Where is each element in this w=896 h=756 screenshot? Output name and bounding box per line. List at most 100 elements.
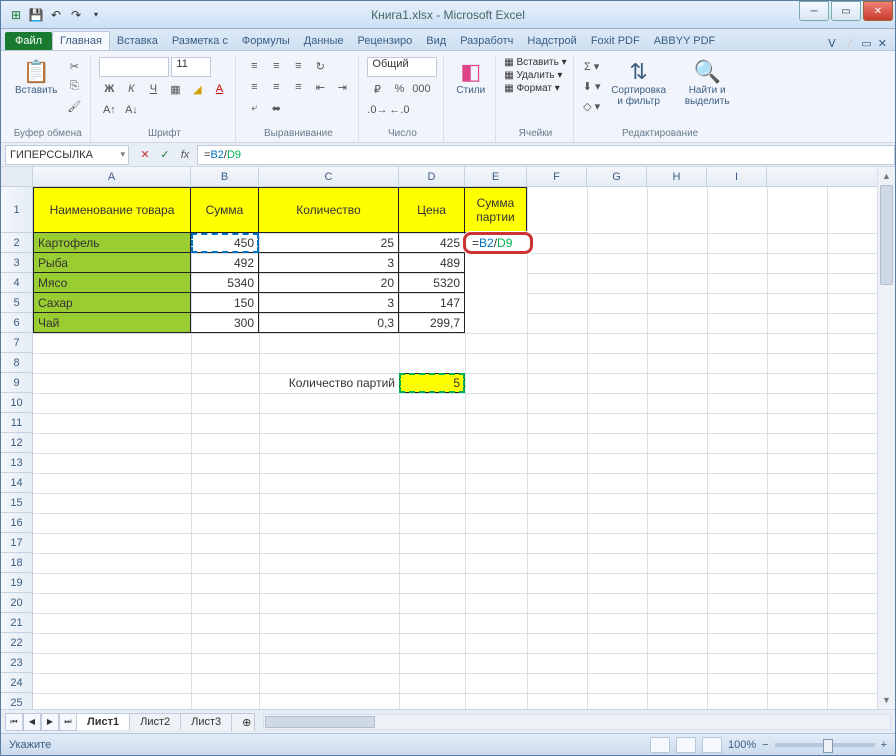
cell-D3[interactable]: 489	[399, 253, 465, 273]
e2-editing-cell[interactable]: =B2/D9	[463, 232, 533, 254]
zoom-out-icon[interactable]: −	[762, 739, 768, 751]
cell-A4[interactable]: Мясо	[33, 273, 191, 293]
tab-formulas[interactable]: Формулы	[235, 32, 297, 50]
undo-icon[interactable]: ↶	[47, 6, 65, 24]
minimize-button[interactable]: ─	[799, 1, 829, 21]
cell-C2[interactable]: 25	[259, 233, 399, 253]
tab-file[interactable]: Файл	[5, 32, 52, 50]
align-bot-icon[interactable]: ≡	[288, 57, 308, 75]
row-header-14[interactable]: 14	[1, 473, 32, 493]
tab-review[interactable]: Рецензиро	[351, 32, 420, 50]
format-painter-icon[interactable]: 🖌	[64, 97, 84, 115]
grow-font-icon[interactable]: A↑	[99, 101, 119, 119]
close-doc-icon[interactable]: ✕	[878, 37, 887, 50]
fx-icon[interactable]: fx	[177, 149, 193, 161]
row-header-21[interactable]: 21	[1, 613, 32, 633]
col-header-d[interactable]: D	[399, 167, 465, 186]
name-box[interactable]: ГИПЕРССЫЛКА	[5, 145, 129, 165]
indent-dec-icon[interactable]: ⇤	[310, 78, 330, 96]
align-top-icon[interactable]: ≡	[244, 57, 264, 75]
row-header-18[interactable]: 18	[1, 553, 32, 573]
zoom-slider[interactable]	[775, 743, 875, 747]
cell-B6[interactable]: 300	[191, 313, 259, 333]
row-header-9[interactable]: 9	[1, 373, 32, 393]
tab-insert[interactable]: Вставка	[110, 32, 165, 50]
scroll-thumb[interactable]	[880, 185, 893, 285]
cell-D9[interactable]: 5	[399, 373, 465, 393]
formula-input[interactable]: =B2/D9	[197, 145, 895, 165]
cut-icon[interactable]: ✂	[64, 57, 84, 75]
cell-E1[interactable]: Сумма партии	[465, 187, 527, 233]
tab-layout[interactable]: Разметка с	[165, 32, 235, 50]
row-header-1[interactable]: 1	[1, 187, 32, 233]
col-header-h[interactable]: H	[647, 167, 707, 186]
sheet-tab-2[interactable]: Лист2	[129, 713, 181, 730]
cell-D6[interactable]: 299,7	[399, 313, 465, 333]
cell-D2[interactable]: 425	[399, 233, 465, 253]
font-color-icon[interactable]: A	[209, 80, 229, 98]
redo-icon[interactable]: ↷	[67, 6, 85, 24]
tab-home[interactable]: Главная	[52, 31, 110, 50]
cell-C1[interactable]: Количество	[259, 187, 399, 233]
col-header-a[interactable]: A	[33, 167, 191, 186]
row-header-15[interactable]: 15	[1, 493, 32, 513]
tab-foxit[interactable]: Foxit PDF	[584, 32, 647, 50]
row-header-22[interactable]: 22	[1, 633, 32, 653]
merge-icon[interactable]: ⬌	[266, 99, 286, 117]
cell-E3[interactable]	[465, 253, 527, 273]
maximize-button[interactable]: ▭	[831, 1, 861, 21]
col-header-i[interactable]: I	[707, 167, 767, 186]
sheet-next-icon[interactable]: ▶	[41, 713, 59, 731]
ribbon-options-icon[interactable]: ▭	[861, 37, 871, 50]
qat-dropdown-icon[interactable]: ▾	[87, 6, 105, 24]
tab-data[interactable]: Данные	[297, 32, 351, 50]
row-header-12[interactable]: 12	[1, 433, 32, 453]
cell-A5[interactable]: Сахар	[33, 293, 191, 313]
comma-icon[interactable]: 000	[411, 80, 431, 98]
number-format-select[interactable]: Общий	[367, 57, 437, 77]
copy-icon[interactable]: ⎘	[64, 77, 84, 95]
sheet-first-icon[interactable]: ⏮	[5, 713, 23, 731]
cell-C6[interactable]: 0,3	[259, 313, 399, 333]
select-all-corner[interactable]	[1, 167, 33, 187]
col-header-c[interactable]: C	[259, 167, 399, 186]
font-size-select[interactable]: 11	[171, 57, 211, 77]
tab-addins[interactable]: Надстрой	[520, 32, 583, 50]
tab-view[interactable]: Вид	[419, 32, 453, 50]
minimize-ribbon-icon[interactable]: ᐯ	[828, 37, 836, 50]
row-header-7[interactable]: 7	[1, 333, 32, 353]
cell-D5[interactable]: 147	[399, 293, 465, 313]
hscroll-thumb[interactable]	[265, 716, 375, 728]
align-center-icon[interactable]: ≡	[266, 78, 286, 96]
percent-icon[interactable]: %	[389, 80, 409, 98]
tab-developer[interactable]: Разработч	[453, 32, 520, 50]
styles-button[interactable]: ◧ Стили	[452, 57, 489, 98]
save-icon[interactable]: 💾	[27, 6, 45, 24]
row-header-8[interactable]: 8	[1, 353, 32, 373]
underline-icon[interactable]: Ч	[143, 80, 163, 98]
row-header-17[interactable]: 17	[1, 533, 32, 553]
cell-C4[interactable]: 20	[259, 273, 399, 293]
sheet-tab-3[interactable]: Лист3	[180, 713, 232, 730]
row-header-19[interactable]: 19	[1, 573, 32, 593]
col-header-f[interactable]: F	[527, 167, 587, 186]
row-header-20[interactable]: 20	[1, 593, 32, 613]
cell-B2[interactable]: 450	[191, 233, 259, 253]
col-header-e[interactable]: E	[465, 167, 527, 186]
zoom-in-icon[interactable]: +	[881, 739, 887, 751]
cell-A1[interactable]: Наименование товара	[33, 187, 191, 233]
cell-A6[interactable]: Чай	[33, 313, 191, 333]
find-select-button[interactable]: 🔍 Найти и выделить	[676, 57, 739, 109]
row-header-6[interactable]: 6	[1, 313, 32, 333]
wrap-text-icon[interactable]: ⤶	[244, 99, 264, 117]
fill-icon[interactable]: ⬇ ▾	[582, 77, 602, 95]
row-header-23[interactable]: 23	[1, 653, 32, 673]
indent-inc-icon[interactable]: ⇥	[332, 78, 352, 96]
cell-E6[interactable]	[465, 313, 527, 333]
fill-color-icon[interactable]: ◢	[187, 80, 207, 98]
enter-formula-icon[interactable]: ✓	[157, 148, 173, 161]
shrink-font-icon[interactable]: A↓	[121, 101, 141, 119]
align-mid-icon[interactable]: ≡	[266, 57, 286, 75]
align-left-icon[interactable]: ≡	[244, 78, 264, 96]
cell-B4[interactable]: 5340	[191, 273, 259, 293]
